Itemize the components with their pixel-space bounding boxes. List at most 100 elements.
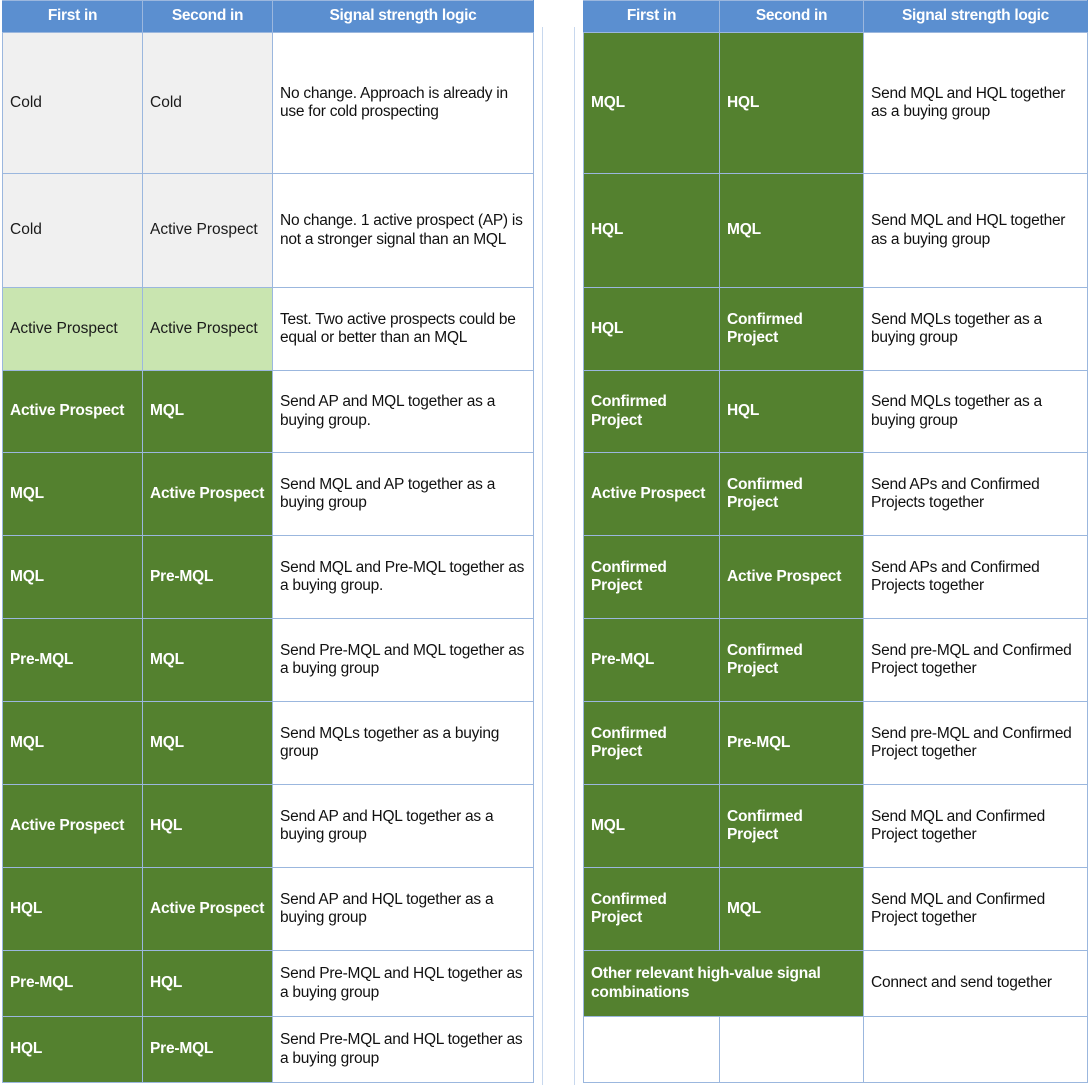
cell-logic[interactable]: No change. Approach is already in use fo… [272,32,534,174]
cell-second-in[interactable]: Pre-MQL [142,535,273,619]
column-header-second-in[interactable]: Second in [719,0,864,33]
cell-first-in[interactable]: MQL [2,535,143,619]
cell-second-in[interactable]: MQL [142,370,273,453]
cell-second-in[interactable]: Active Prospect [142,173,273,288]
table-row[interactable]: HQL Active Prospect Send AP and HQL toge… [2,867,534,951]
cell-first-in[interactable]: Active Prospect [583,452,720,536]
table-row[interactable]: HQL MQL Send MQL and HQL together as a b… [583,173,1088,288]
cell-logic[interactable]: No change. 1 active prospect (AP) is not… [272,173,534,288]
table-row[interactable]: Confirmed Project Pre-MQL Send pre-MQL a… [583,701,1088,785]
cell-logic[interactable]: Send MQL and AP together as a buying gro… [272,452,534,536]
cell-second-in[interactable]: Active Prospect [142,287,273,371]
table-row[interactable]: Confirmed Project HQL Send MQLs together… [583,370,1088,453]
cell-logic[interactable]: Send MQL and HQL together as a buying gr… [863,173,1088,288]
table-row[interactable]: MQL Confirmed Project Send MQL and Confi… [583,784,1088,868]
cell-first-in[interactable]: MQL [2,701,143,785]
cell-first-in[interactable]: HQL [2,1016,143,1083]
cell-first-in[interactable]: Pre-MQL [2,950,143,1017]
table-row[interactable]: Pre-MQL HQL Send Pre-MQL and HQL togethe… [2,950,534,1017]
cell-second-in[interactable]: MQL [719,173,864,288]
cell-logic[interactable]: Send MQL and HQL together as a buying gr… [863,32,1088,174]
table-row[interactable]: MQL Pre-MQL Send MQL and Pre-MQL togethe… [2,535,534,619]
table-row[interactable]: Active Prospect Active Prospect Test. Tw… [2,287,534,371]
cell-first-in[interactable]: HQL [583,287,720,371]
cell-second-in[interactable]: HQL [719,370,864,453]
cell-second-in[interactable]: Pre-MQL [142,1016,273,1083]
cell-first-in[interactable]: HQL [2,867,143,951]
cell-first-in[interactable]: Cold [2,173,143,288]
column-header-signal-strength-logic[interactable]: Signal strength logic [863,0,1088,33]
cell-first-in[interactable]: Pre-MQL [583,618,720,702]
cell-logic[interactable]: Send MQL and Confirmed Project together [863,784,1088,868]
table-row[interactable]: MQL Active Prospect Send MQL and AP toge… [2,452,534,536]
cell-first-in[interactable]: Pre-MQL [2,618,143,702]
cell-first-in[interactable]: Active Prospect [2,370,143,453]
cell-second-in[interactable]: Confirmed Project [719,452,864,536]
cell-first-in[interactable]: MQL [2,452,143,536]
cell-first-in[interactable]: Confirmed Project [583,370,720,453]
cell-second-in[interactable] [719,1016,864,1083]
cell-first-in[interactable]: Confirmed Project [583,867,720,951]
cell-second-in[interactable]: HQL [719,32,864,174]
table-row[interactable]: Active Prospect HQL Send AP and HQL toge… [2,784,534,868]
cell-second-in[interactable]: Active Prospect [142,867,273,951]
cell-logic[interactable]: Send Pre-MQL and HQL together as a buyin… [272,950,534,1017]
cell-first-in[interactable]: MQL [583,784,720,868]
column-header-first-in[interactable]: First in [583,0,720,33]
cell-logic[interactable]: Send AP and MQL together as a buying gro… [272,370,534,453]
cell-second-in[interactable]: HQL [142,784,273,868]
cell-second-in[interactable]: Cold [142,32,273,174]
cell-first-in[interactable]: MQL [583,32,720,174]
cell-first-in[interactable]: Confirmed Project [583,535,720,619]
cell-logic[interactable]: Test. Two active prospects could be equa… [272,287,534,371]
cell-second-in[interactable]: Confirmed Project [719,618,864,702]
cell-logic[interactable]: Send Pre-MQL and HQL together as a buyin… [272,1016,534,1083]
table-row[interactable]: Pre-MQL Confirmed Project Send pre-MQL a… [583,618,1088,702]
table-row[interactable]: MQL HQL Send MQL and HQL together as a b… [583,32,1088,174]
cell-first-in[interactable]: Active Prospect [2,784,143,868]
cell-second-in[interactable]: Pre-MQL [719,701,864,785]
cell-logic[interactable]: Send AP and HQL together as a buying gro… [272,784,534,868]
cell-logic[interactable]: Send APs and Confirmed Projects together [863,535,1088,619]
table-row[interactable]: Active Prospect Confirmed Project Send A… [583,452,1088,536]
cell-logic[interactable]: Send MQL and Pre-MQL together as a buyin… [272,535,534,619]
table-row[interactable]: Confirmed Project MQL Send MQL and Confi… [583,867,1088,951]
cell-logic[interactable]: Send Pre-MQL and MQL together as a buyin… [272,618,534,702]
cell-other-signal-combinations[interactable]: Other relevant high-value signal combina… [583,950,864,1017]
cell-second-in[interactable]: MQL [142,701,273,785]
cell-first-in[interactable]: HQL [583,173,720,288]
cell-first-in[interactable]: Cold [2,32,143,174]
cell-logic[interactable]: Connect and send together [863,950,1088,1017]
cell-first-in[interactable] [583,1016,720,1083]
cell-second-in[interactable]: Confirmed Project [719,784,864,868]
cell-first-in[interactable]: Confirmed Project [583,701,720,785]
cell-logic[interactable]: Send AP and HQL together as a buying gro… [272,867,534,951]
cell-first-in[interactable]: Active Prospect [2,287,143,371]
cell-logic[interactable]: Send pre-MQL and Confirmed Project toget… [863,701,1088,785]
cell-second-in[interactable]: MQL [142,618,273,702]
column-header-second-in[interactable]: Second in [142,0,273,33]
cell-logic[interactable] [863,1016,1088,1083]
table-row-empty[interactable] [583,1016,1088,1083]
column-header-first-in[interactable]: First in [2,0,143,33]
cell-second-in[interactable]: MQL [719,867,864,951]
table-row[interactable]: Confirmed Project Active Prospect Send A… [583,535,1088,619]
cell-second-in[interactable]: HQL [142,950,273,1017]
cell-logic[interactable]: Send MQLs together as a buying group [272,701,534,785]
cell-logic[interactable]: Send MQLs together as a buying group [863,287,1088,371]
cell-logic[interactable]: Send MQL and Confirmed Project together [863,867,1088,951]
cell-second-in[interactable]: Active Prospect [719,535,864,619]
column-header-signal-strength-logic[interactable]: Signal strength logic [272,0,534,33]
table-row[interactable]: MQL MQL Send MQLs together as a buying g… [2,701,534,785]
cell-second-in[interactable]: Active Prospect [142,452,273,536]
cell-logic[interactable]: Send APs and Confirmed Projects together [863,452,1088,536]
table-row[interactable]: HQL Confirmed Project Send MQLs together… [583,287,1088,371]
cell-logic[interactable]: Send pre-MQL and Confirmed Project toget… [863,618,1088,702]
cell-second-in[interactable]: Confirmed Project [719,287,864,371]
table-row[interactable]: HQL Pre-MQL Send Pre-MQL and HQL togethe… [2,1016,534,1083]
cell-logic[interactable]: Send MQLs together as a buying group [863,370,1088,453]
table-row-merged[interactable]: Other relevant high-value signal combina… [583,950,1088,1017]
table-row[interactable]: Cold Cold No change. Approach is already… [2,32,534,174]
table-row[interactable]: Cold Active Prospect No change. 1 active… [2,173,534,288]
table-row[interactable]: Active Prospect MQL Send AP and MQL toge… [2,370,534,453]
